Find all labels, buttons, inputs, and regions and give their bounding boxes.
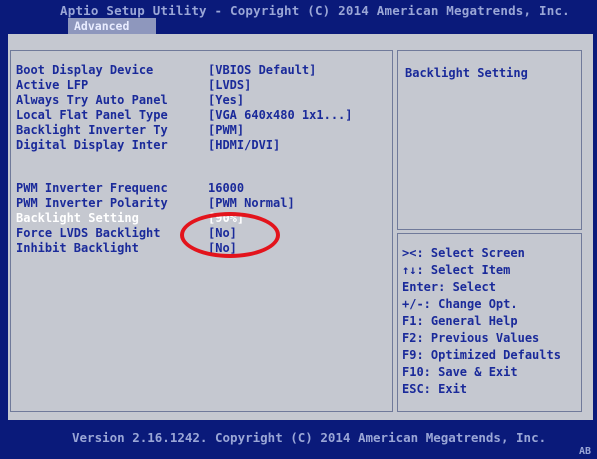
setting-label: Local Flat Panel Type	[16, 108, 168, 122]
setting-label: Active LFP	[16, 78, 89, 92]
hotkey-optimized-defaults: F9: Optimized Defaults	[402, 348, 561, 362]
setting-label: Force LVDS Backlight	[16, 226, 161, 240]
setting-value[interactable]: [VGA 640x480 1x1...]	[208, 108, 353, 122]
setting-label: Backlight Inverter Ty	[16, 123, 168, 137]
corner-code: AB	[578, 446, 591, 457]
setting-value[interactable]: 16000	[208, 181, 244, 195]
setting-value[interactable]: [PWM]	[208, 123, 244, 137]
setting-value[interactable]: [Yes]	[208, 93, 244, 107]
setting-label: Always Try Auto Panel	[16, 93, 168, 107]
highlight-circle-annotation	[180, 212, 280, 258]
setting-label: Digital Display Inter	[16, 138, 168, 152]
hotkey-change-option: +/-: Change Opt.	[402, 297, 518, 311]
window-title: Aptio Setup Utility - Copyright (C) 2014…	[60, 3, 570, 18]
setting-value[interactable]: [LVDS]	[208, 78, 251, 92]
setting-value[interactable]: [VBIOS Default]	[208, 63, 316, 77]
hotkey-save-exit: F10: Save & Exit	[402, 365, 518, 379]
hotkey-escape-exit: ESC: Exit	[402, 382, 468, 396]
setting-label: Backlight Setting	[16, 211, 139, 225]
hotkey-select-item: ↑↓: Select Item	[402, 263, 511, 277]
setting-value[interactable]: [PWM Normal]	[208, 196, 295, 210]
setting-label: Boot Display Device	[16, 63, 154, 77]
hotkey-previous-values: F2: Previous Values	[402, 331, 540, 345]
tab-advanced[interactable]: Advanced	[68, 18, 156, 34]
setting-label: PWM Inverter Polarity	[16, 196, 168, 210]
hotkey-select-screen: ><: Select Screen	[402, 246, 525, 260]
hotkey-enter-select: Enter: Select	[402, 280, 496, 294]
help-title: Backlight Setting	[405, 66, 528, 80]
hotkey-general-help: F1: General Help	[402, 314, 518, 328]
setting-label: Inhibit Backlight	[16, 241, 139, 255]
version-text: Version 2.16.1242. Copyright (C) 2014 Am…	[72, 430, 547, 445]
setting-value[interactable]: [HDMI/DVI]	[208, 138, 280, 152]
setting-label: PWM Inverter Frequenc	[16, 181, 168, 195]
